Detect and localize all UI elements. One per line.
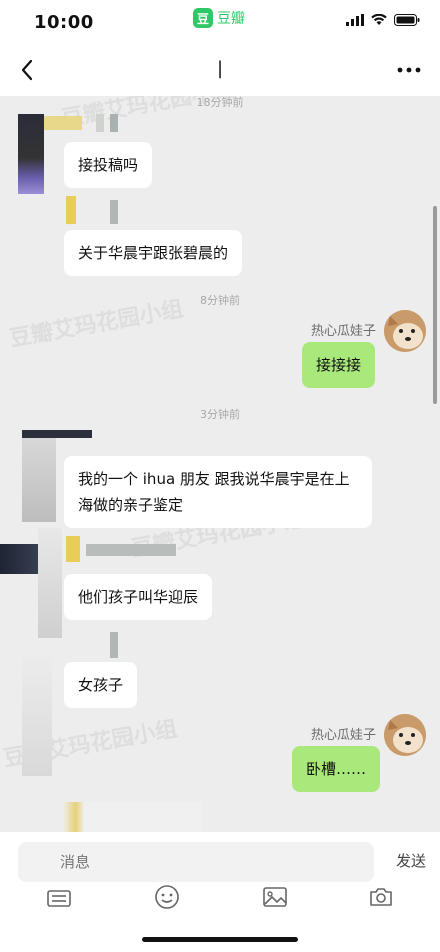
timestamp: 8分钟前 [200,294,240,307]
chat-title: | [216,58,224,79]
douban-app-icon: 豆 [193,8,213,28]
watermark: 豆瓣艾玛花园小组 [1,716,180,773]
message-bubble[interactable]: 卧槽…… [292,746,381,792]
more-dots-icon[interactable] [396,60,422,80]
glitch-photo-fragment [110,200,118,224]
wifi-icon [371,14,387,25]
message-bubble[interactable]: 接投稿吗 [64,142,153,188]
glitch-photo-fragment [38,528,62,638]
glitch-photo-fragment [18,114,44,194]
glitch-photo-fragment [66,196,76,224]
shiba-dog-avatar-icon [384,714,426,756]
message-bubble[interactable]: 他们孩子叫华迎辰 [64,574,213,620]
glitch-photo-fragment [0,544,44,574]
glitch-photo-fragment [86,544,176,556]
avatar[interactable] [384,714,426,756]
shiba-dog-avatar-icon [384,310,426,352]
keyboard-icon[interactable] [46,886,72,912]
image-icon[interactable] [262,884,288,910]
app-name: 豆瓣 [217,11,245,27]
app-badge: 豆 豆瓣 [193,8,245,28]
sender-name: 热心瓜娃子 [310,324,376,339]
home-indicator [142,937,298,942]
message-bubble[interactable]: 我的一个 ihua 朋友 跟我说华晨宇是在上海做的亲子鉴定 [64,456,372,528]
battery-icon [394,14,420,26]
timestamp: 18分钟前 [196,96,244,109]
emoji-icon[interactable] [154,884,180,910]
avatar[interactable] [384,310,426,352]
signal-icon [346,14,364,26]
send-button[interactable]: 发送 [396,850,426,871]
status-time: 10:00 [34,12,94,33]
message-bubble[interactable]: 关于华晨宇跟张碧晨的 [64,230,243,276]
chat-area[interactable]: 豆瓣艾玛花园小组 豆瓣艾玛花园小组 豆瓣艾玛花园小组 豆瓣艾玛花园小组 18分钟… [0,96,440,832]
message-bubble[interactable]: 接接接 [302,342,376,388]
glitch-photo-fragment [22,430,92,438]
message-bubble[interactable]: 女孩子 [64,662,138,708]
input-bar: 发送 [0,832,440,952]
nav-bar: | [0,44,440,96]
glitch-photo-fragment [110,632,118,658]
glitch-photo-fragment [66,536,80,562]
status-icons [346,14,420,26]
glitch-photo-fragment [44,116,82,130]
glitch-photo-fragment [110,114,118,132]
timestamp: 3分钟前 [200,408,240,421]
sender-name: 热心瓜娃子 [310,728,376,743]
message-input[interactable] [18,842,374,882]
glitch-photo-fragment [22,438,56,522]
camera-icon[interactable] [368,884,394,910]
glitch-photo-fragment [96,114,104,132]
glitch-photo-fragment [22,656,52,776]
status-bar: 10:00 豆 豆瓣 [0,0,440,44]
glitch-photo-fragment [62,802,202,832]
